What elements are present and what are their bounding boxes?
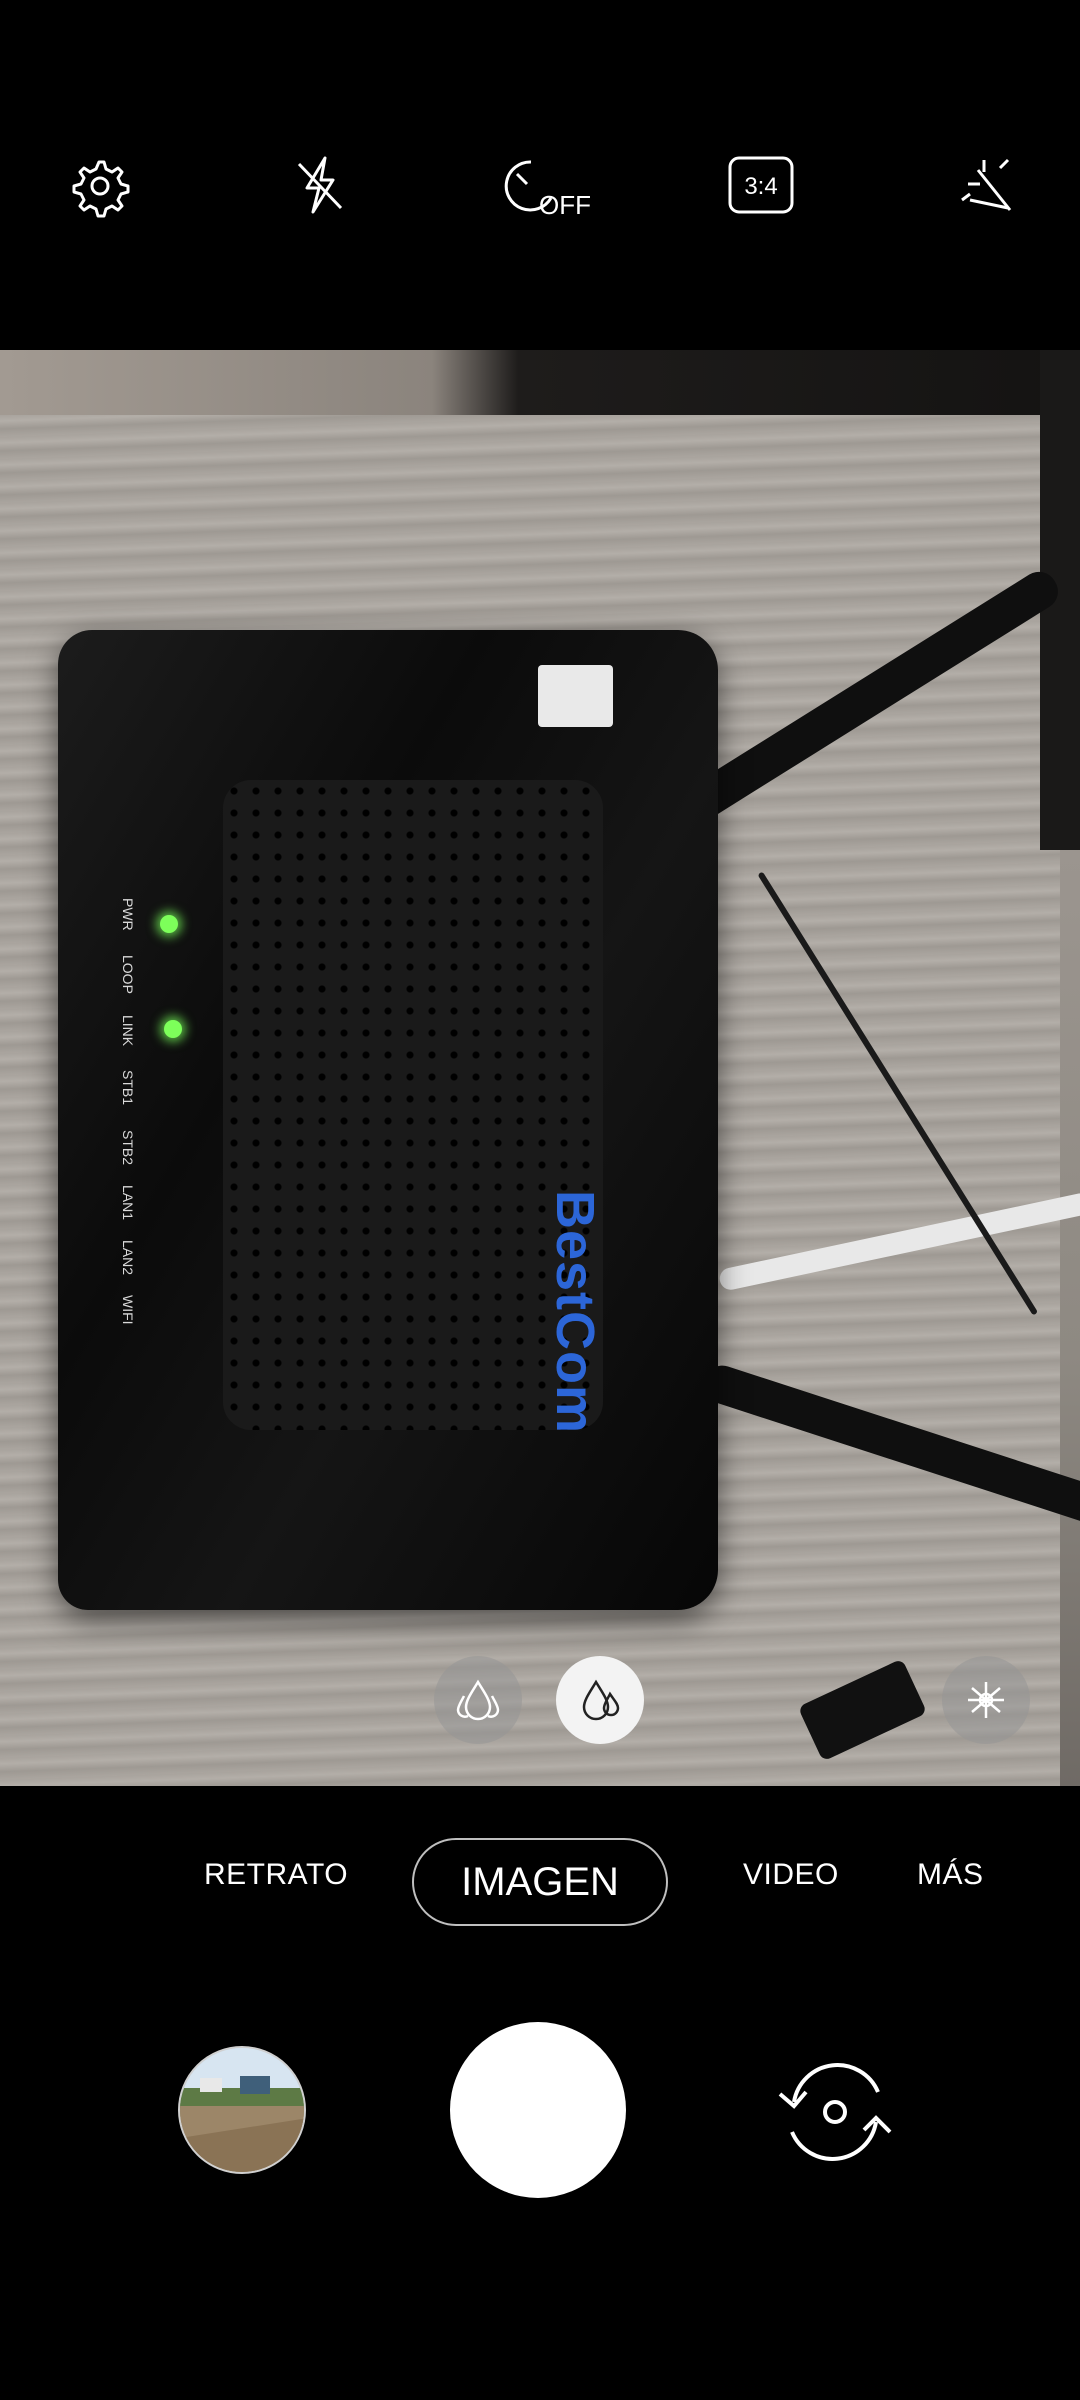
router-brand: BestCom xyxy=(545,1190,605,1435)
mode-imagen[interactable]: IMAGEN xyxy=(412,1838,668,1926)
led-label: LINK xyxy=(120,1015,136,1047)
led-label: STB2 xyxy=(120,1130,136,1166)
router-led-link xyxy=(164,1020,182,1038)
background-wall xyxy=(0,350,1080,420)
timer-icon: OFF xyxy=(504,160,591,220)
timer-button[interactable]: OFF xyxy=(495,140,605,230)
shutter-button[interactable] xyxy=(450,2022,626,2198)
filter-button-selected[interactable] xyxy=(556,1656,644,1744)
led-label: PWR xyxy=(120,898,136,931)
settings-button[interactable] xyxy=(54,140,144,230)
mode-video[interactable]: VIDEO xyxy=(743,1858,839,1892)
effects-button[interactable] xyxy=(940,140,1030,230)
drop-outline-icon xyxy=(456,1679,500,1721)
spiral-icon xyxy=(968,1682,1004,1718)
filter-button-soft[interactable] xyxy=(434,1656,522,1744)
router-device: PWR LOOP LINK STB1 STB2 LAN1 LAN2 WIFI B… xyxy=(58,630,718,1610)
aspect-ratio-button[interactable]: 3:4 xyxy=(716,140,808,230)
camera-viewfinder[interactable]: PWR LOOP LINK STB1 STB2 LAN1 LAN2 WIFI B… xyxy=(0,350,1080,1786)
led-label: WIFI xyxy=(120,1295,136,1325)
switch-camera-button[interactable] xyxy=(760,2042,910,2182)
router-sticker xyxy=(538,665,613,727)
flash-off-icon xyxy=(297,156,343,214)
filter-button-effect[interactable] xyxy=(942,1656,1030,1744)
led-label: LOOP xyxy=(120,955,136,994)
camera-mode-selector: RETRATO IMAGEN VIDEO MÁS xyxy=(0,1786,1080,1966)
aspect-ratio-label: 3:4 xyxy=(744,173,777,200)
mode-mas[interactable]: MÁS xyxy=(917,1858,984,1892)
timer-label: OFF xyxy=(539,190,591,220)
flash-button[interactable] xyxy=(275,140,365,230)
sparkle-icon xyxy=(961,158,1012,211)
camera-toolbar: OFF 3:4 xyxy=(0,0,1080,350)
gallery-thumbnail[interactable] xyxy=(178,2046,306,2174)
led-label: LAN1 xyxy=(120,1185,136,1221)
aspect-ratio-icon: 3:4 xyxy=(728,156,794,214)
led-label: LAN2 xyxy=(120,1240,136,1276)
switch-camera-icon xyxy=(778,2063,892,2161)
gallery-preview-image xyxy=(180,2048,304,2172)
router-led-pwr xyxy=(160,915,178,933)
drop-filled-icon xyxy=(582,1679,620,1721)
led-label: STB1 xyxy=(120,1070,136,1106)
mode-retrato[interactable]: RETRATO xyxy=(204,1858,348,1892)
gear-icon xyxy=(72,160,130,218)
